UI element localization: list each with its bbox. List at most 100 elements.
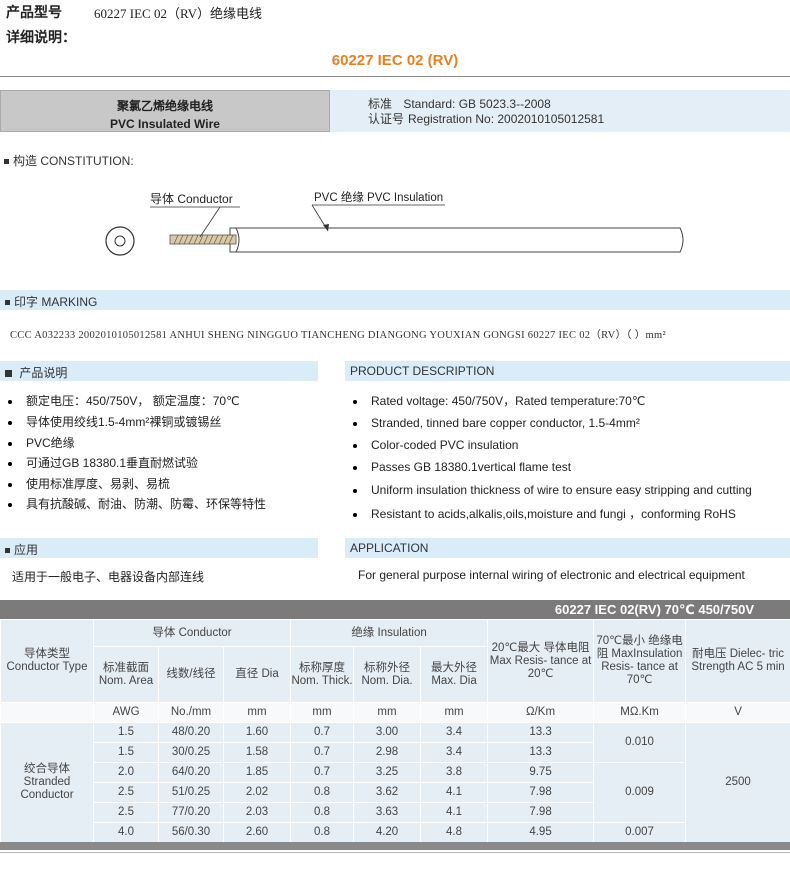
- wire-cross-section-diagram: 导体 Conductor PVC 绝缘 PVC Insulation: [105, 190, 684, 256]
- detail-label: 详细说明：: [6, 29, 76, 45]
- table-cell: 0.8: [290, 822, 355, 843]
- list-item: Color-coded PVC insulation: [353, 438, 518, 452]
- list-item: PVC绝缘: [8, 434, 75, 451]
- table-row: 4.0 56/0.30 2.60 0.8 4.20 4.8 4.95 0.007: [1, 822, 790, 843]
- insulation-label: PVC 绝缘 PVC Insulation: [314, 190, 443, 204]
- table-cell: 4.8: [420, 822, 489, 843]
- conductor-type-cell: 绞合导体 Stranded Conductor: [0, 722, 94, 843]
- table-cell: 7.98: [487, 802, 595, 823]
- list-item: Stranded, tinned bare copper conductor, …: [353, 416, 640, 430]
- table-cell: 1.58: [222, 742, 292, 763]
- standard-box: 标准 Standard: GB 5023.3--2008 认证号 Registra…: [330, 90, 790, 132]
- table-cell: 3.62: [353, 782, 422, 803]
- table-cell: 2.5: [93, 782, 159, 803]
- marking-heading: 印字 MARKING: [0, 290, 790, 310]
- unit-cell: AWG: [93, 702, 159, 723]
- unit-cell: mm: [353, 702, 422, 723]
- conductor-label: 导体 Conductor: [150, 192, 233, 206]
- application-en-heading: APPLICATION: [345, 538, 790, 558]
- header-max-resistance: 20℃最大 导体电阻 Max Resis- tance at 20℃: [487, 619, 595, 703]
- list-item: 具有抗酸碱、耐油、防潮、防霉、环保等特性: [8, 495, 266, 512]
- list-item: Resistant to acids,alkalis,oils,moisture…: [353, 505, 736, 522]
- unit-cell: No./mm: [158, 702, 224, 723]
- standard-label: 标准: [368, 97, 393, 111]
- table-cell: 64/0.20: [158, 762, 224, 783]
- table-cell: 3.63: [353, 802, 422, 823]
- wire-type-en: PVC Insulated Wire: [110, 117, 220, 131]
- table-cell: 0.7: [290, 742, 355, 763]
- table-cell: 0.009: [593, 762, 687, 823]
- unit-cell: mm: [290, 702, 355, 723]
- table-cell: 2.98: [353, 742, 422, 763]
- table-cell: 4.1: [420, 802, 489, 823]
- header-dia: 直径 Dia: [222, 646, 292, 703]
- table-cell: 7.98: [487, 782, 595, 803]
- units-row: AWG No./mm mm mm mm mm Ω/Km MΩ.Km V: [0, 702, 790, 723]
- table-cell: 56/0.30: [158, 822, 224, 843]
- header-nom-dia: 标称外径 Nom. Dia.: [353, 646, 422, 703]
- table-row: 绞合导体 Stranded Conductor 1.5 48/0.20 1.60…: [0, 722, 790, 843]
- product-model-label: 产品型号: [6, 4, 62, 20]
- table-cell: 1.5: [93, 742, 159, 763]
- table-cell: 0.8: [290, 802, 355, 823]
- header-conductor: 导体 Conductor: [92, 619, 292, 647]
- footer-bar: [0, 842, 790, 850]
- page-title: 60227 IEC 02 (RV): [331, 52, 459, 69]
- table-cell: 0.8: [290, 782, 355, 803]
- square-bullet-icon: [5, 370, 12, 378]
- table-cell: 30/0.25: [158, 742, 224, 763]
- header-strands: 线数/线径: [158, 646, 224, 703]
- table-cell: 1.5: [93, 722, 159, 743]
- table-cell: 77/0.20: [158, 802, 224, 823]
- header-insulation-resistance: 70℃最小 绝缘电阻 MaxInsulation Resis- tance at…: [593, 619, 687, 703]
- table-cell: 4.0: [93, 822, 159, 843]
- list-item: Rated voltage: 450/750V，Rated temperatur…: [353, 392, 645, 409]
- table-cell: 2.5: [93, 802, 159, 823]
- table-cell: 0.7: [290, 722, 355, 743]
- header-nom-area: 标准截面 Nom. Area: [93, 646, 159, 703]
- list-item: 使用标准厚度、易剥、易梳: [8, 475, 170, 492]
- divider: [0, 76, 790, 77]
- unit-cell: mm: [222, 702, 292, 723]
- table-cell: 1.60: [222, 722, 292, 743]
- table-cell: 48/0.20: [158, 722, 224, 743]
- table-cell: 3.4: [420, 722, 489, 743]
- table-cell: 51/0.25: [158, 782, 224, 803]
- table-cell: 9.75: [487, 762, 595, 783]
- unit-cell: Ω/Km: [487, 702, 595, 723]
- table-cell: 0.7: [290, 762, 355, 783]
- table-cell: 2.0: [93, 762, 159, 783]
- table-cell: 4.20: [353, 822, 422, 843]
- constitution-heading: 构造 CONSTITUTION:: [4, 152, 134, 169]
- spec-table: 导体类型 Conductor Type 导体 Conductor 绝缘 Insu…: [0, 619, 790, 843]
- product-description-en-heading: PRODUCT DESCRIPTION: [345, 361, 790, 381]
- table-cell: 4.1: [420, 782, 489, 803]
- application-zh-heading: 应用: [0, 538, 318, 558]
- marking-text: CCC A032233 2002010105012581 ANHUI SHENG…: [10, 330, 666, 341]
- cross-section-conductor: [114, 235, 126, 247]
- square-bullet-icon: [4, 159, 9, 165]
- divider: [0, 852, 790, 853]
- standard-value: Standard: GB 5023.3--2008: [403, 97, 551, 111]
- table-cell: 4.95: [487, 822, 595, 843]
- table-cell: 3.25: [353, 762, 422, 783]
- header-max-dia: 最大外径 Max. Dia: [420, 646, 489, 703]
- header-insulation: 绝缘 Insulation: [290, 619, 489, 647]
- wire-type-box: 聚氯乙烯绝缘电线 PVC Insulated Wire: [0, 90, 330, 132]
- cert-label: 认证号: [368, 112, 405, 126]
- product-description-zh-heading: 产品说明: [0, 361, 318, 381]
- table-cell: 1.85: [222, 762, 292, 783]
- list-item: 额定电压：450/750V， 额定温度：70℃: [8, 392, 240, 409]
- table-cell: 2.60: [222, 822, 292, 843]
- table-cell: 3.4: [420, 742, 489, 763]
- wire-type-zh: 聚氯乙烯绝缘电线: [116, 99, 213, 113]
- header-conductor-type: 导体类型 Conductor Type: [0, 619, 94, 703]
- list-item: Passes GB 18380.1vertical flame test: [353, 460, 571, 474]
- square-bullet-icon: [5, 548, 10, 554]
- square-bullet-icon: [5, 300, 10, 306]
- table-cell: 13.3: [487, 722, 595, 743]
- list-item: 导体使用绞线1.5-4mm²裸铜或镀锡丝: [8, 413, 221, 430]
- dielectric-value-cell: 2500: [685, 722, 790, 843]
- cert-value: Registration No: 2002010105012581: [408, 112, 605, 126]
- table-cell: 3.8: [420, 762, 489, 783]
